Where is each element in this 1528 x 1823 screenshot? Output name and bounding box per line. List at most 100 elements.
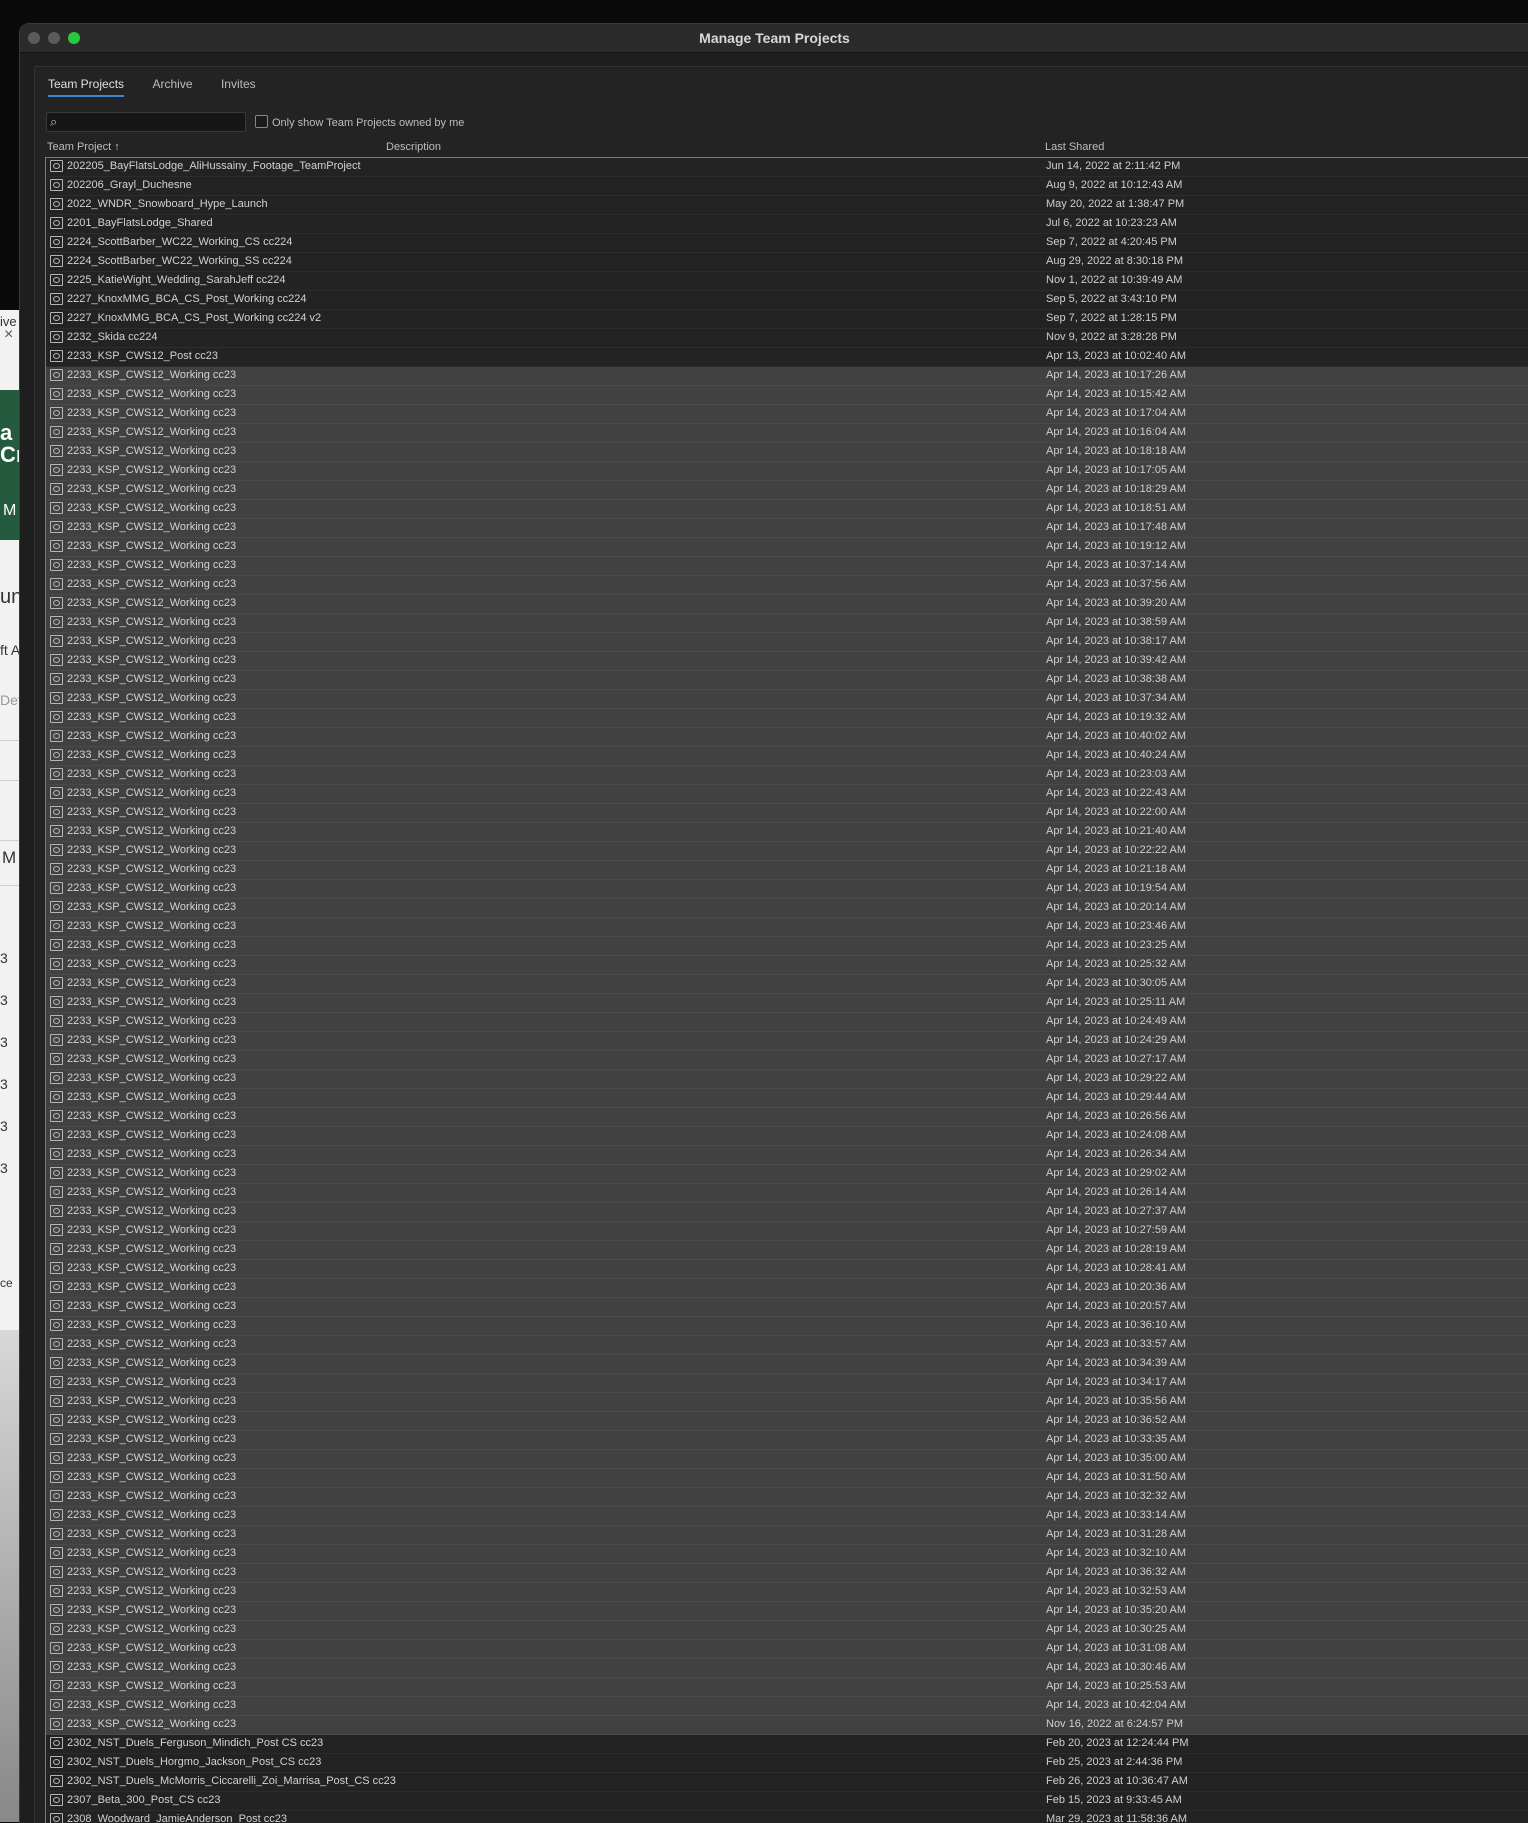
table-row[interactable]: 2233_KSP_CWS12_Working cc23 Apr 14, 2023 … bbox=[46, 1298, 1528, 1317]
table-row[interactable]: 2233_KSP_CWS12_Working cc23 Apr 14, 2023 … bbox=[46, 1355, 1528, 1374]
table-row[interactable]: 2308_Woodward_JamieAnderson_Post cc23 Mar… bbox=[46, 1811, 1528, 1823]
table-row[interactable]: 2233_KSP_CWS12_Working cc23 Apr 14, 2023 … bbox=[46, 1602, 1528, 1621]
table-row[interactable]: 2227_KnoxMMG_BCA_CS_Post_Working cc224 v… bbox=[46, 310, 1528, 329]
table-row[interactable]: 2227_KnoxMMG_BCA_CS_Post_Working cc224 Se… bbox=[46, 291, 1528, 310]
table-row[interactable]: 2233_KSP_CWS12_Working cc23 Apr 14, 2023 … bbox=[46, 1621, 1528, 1640]
table-row[interactable]: 2233_KSP_CWS12_Working cc23 Apr 14, 2023 … bbox=[46, 1203, 1528, 1222]
table-row[interactable]: 2233_KSP_CWS12_Working cc23 Apr 14, 2023 … bbox=[46, 557, 1528, 576]
table-row[interactable]: 2233_KSP_CWS12_Working cc23 Apr 14, 2023 … bbox=[46, 1640, 1528, 1659]
table-row[interactable]: 2233_KSP_CWS12_Working cc23 Apr 14, 2023 … bbox=[46, 842, 1528, 861]
owned-by-me-checkbox[interactable] bbox=[255, 115, 268, 128]
table-row[interactable]: 2233_KSP_CWS12_Working cc23 Apr 14, 2023 … bbox=[46, 538, 1528, 557]
table-row[interactable]: 202206_Grayl_Duchesne Aug 9, 2022 at 10:1… bbox=[46, 177, 1528, 196]
search-input[interactable] bbox=[67, 114, 241, 131]
table-row[interactable]: 2233_KSP_CWS12_Working cc23 Apr 14, 2023 … bbox=[46, 804, 1528, 823]
table-row[interactable]: 2233_KSP_CWS12_Working cc23 Apr 14, 2023 … bbox=[46, 386, 1528, 405]
table-row[interactable]: 2233_KSP_CWS12_Working cc23 Apr 14, 2023 … bbox=[46, 576, 1528, 595]
table-row[interactable]: 2233_KSP_CWS12_Working cc23 Apr 14, 2023 … bbox=[46, 861, 1528, 880]
table-row[interactable]: 2233_KSP_CWS12_Working cc23 Apr 14, 2023 … bbox=[46, 1393, 1528, 1412]
table-row[interactable]: 2233_KSP_CWS12_Working cc23 Apr 14, 2023 … bbox=[46, 1165, 1528, 1184]
table-row[interactable]: 2233_KSP_CWS12_Working cc23 Apr 14, 2023 … bbox=[46, 1279, 1528, 1298]
table-row[interactable]: 2233_KSP_CWS12_Working cc23 Apr 14, 2023 … bbox=[46, 766, 1528, 785]
table-row[interactable]: 2233_KSP_CWS12_Working cc23 Apr 14, 2023 … bbox=[46, 614, 1528, 633]
table-row[interactable]: 2233_KSP_CWS12_Working cc23 Apr 14, 2023 … bbox=[46, 709, 1528, 728]
table-row[interactable]: 2233_KSP_CWS12_Working cc23 Apr 14, 2023 … bbox=[46, 975, 1528, 994]
table-row[interactable]: 2233_KSP_CWS12_Working cc23 Apr 14, 2023 … bbox=[46, 481, 1528, 500]
table-row[interactable]: 2233_KSP_CWS12_Working cc23 Apr 14, 2023 … bbox=[46, 1545, 1528, 1564]
table-row[interactable]: 2233_KSP_CWS12_Working cc23 Apr 14, 2023 … bbox=[46, 785, 1528, 804]
table-row[interactable]: 2233_KSP_CWS12_Post cc23 Apr 13, 2023 at … bbox=[46, 348, 1528, 367]
column-header-description[interactable]: Description bbox=[386, 141, 441, 153]
table-row[interactable]: 2233_KSP_CWS12_Working cc23 Apr 14, 2023 … bbox=[46, 500, 1528, 519]
table-row[interactable]: 2233_KSP_CWS12_Working cc23 Apr 14, 2023 … bbox=[46, 937, 1528, 956]
table-row[interactable]: 2233_KSP_CWS12_Working cc23 Apr 14, 2023 … bbox=[46, 1678, 1528, 1697]
table-row[interactable]: 2233_KSP_CWS12_Working cc23 Apr 14, 2023 … bbox=[46, 1032, 1528, 1051]
table-row[interactable]: 2233_KSP_CWS12_Working cc23 Apr 14, 2023 … bbox=[46, 1108, 1528, 1127]
table-row[interactable]: 2233_KSP_CWS12_Working cc23 Apr 14, 2023 … bbox=[46, 595, 1528, 614]
table-row[interactable]: 2233_KSP_CWS12_Working cc23 Apr 14, 2023 … bbox=[46, 1659, 1528, 1678]
column-header-last-shared[interactable]: Last Shared bbox=[1045, 141, 1104, 153]
table-row[interactable]: 2307_Beta_300_Post_CS cc23 Feb 15, 2023 a… bbox=[46, 1792, 1528, 1811]
table-row[interactable]: 2233_KSP_CWS12_Working cc23 Apr 14, 2023 … bbox=[46, 1526, 1528, 1545]
table-row[interactable]: 2233_KSP_CWS12_Working cc23 Apr 14, 2023 … bbox=[46, 462, 1528, 481]
table-row[interactable]: 2233_KSP_CWS12_Working cc23 Apr 14, 2023 … bbox=[46, 899, 1528, 918]
column-header-team-project[interactable]: Team Project ↑ bbox=[47, 141, 120, 153]
table-row[interactable]: 2233_KSP_CWS12_Working cc23 Apr 14, 2023 … bbox=[46, 1488, 1528, 1507]
table-row[interactable]: 2233_KSP_CWS12_Working cc23 Apr 14, 2023 … bbox=[46, 1450, 1528, 1469]
table-row[interactable]: 2233_KSP_CWS12_Working cc23 Apr 14, 2023 … bbox=[46, 424, 1528, 443]
table-row[interactable]: 2233_KSP_CWS12_Working cc23 Apr 14, 2023 … bbox=[46, 1127, 1528, 1146]
table-row[interactable]: 2232_Skida cc224 Nov 9, 2022 at 3:28:28 P… bbox=[46, 329, 1528, 348]
table-row[interactable]: 2233_KSP_CWS12_Working cc23 Apr 14, 2023 … bbox=[46, 918, 1528, 937]
table-row[interactable]: 2302_NST_Duels_Horgmo_Jackson_Post_CS cc… bbox=[46, 1754, 1528, 1773]
table-row[interactable]: 2233_KSP_CWS12_Working cc23 Apr 14, 2023 … bbox=[46, 1336, 1528, 1355]
table-row[interactable]: 2233_KSP_CWS12_Working cc23 Apr 14, 2023 … bbox=[46, 1431, 1528, 1450]
table-row[interactable]: 2233_KSP_CWS12_Working cc23 Apr 14, 2023 … bbox=[46, 443, 1528, 462]
table-row[interactable]: 2302_NST_Duels_McMorris_Ciccarelli_Zoi_M… bbox=[46, 1773, 1528, 1792]
owned-by-me-filter[interactable]: Only show Team Projects owned by me bbox=[255, 115, 464, 129]
table-row[interactable]: 2233_KSP_CWS12_Working cc23 Apr 14, 2023 … bbox=[46, 728, 1528, 747]
table-row[interactable]: 2233_KSP_CWS12_Working cc23 Apr 14, 2023 … bbox=[46, 1146, 1528, 1165]
table-row[interactable]: 2201_BayFlatsLodge_Shared Jul 6, 2022 at … bbox=[46, 215, 1528, 234]
table-row[interactable]: 2022_WNDR_Snowboard_Hype_Launch May 20, 2… bbox=[46, 196, 1528, 215]
table-row[interactable]: 2233_KSP_CWS12_Working cc23 Apr 14, 2023 … bbox=[46, 956, 1528, 975]
table-row[interactable]: 2233_KSP_CWS12_Working cc23 Apr 14, 2023 … bbox=[46, 823, 1528, 842]
table-row[interactable]: 2233_KSP_CWS12_Working cc23 Apr 14, 2023 … bbox=[46, 1697, 1528, 1716]
table-row[interactable]: 2233_KSP_CWS12_Working cc23 Apr 14, 2023 … bbox=[46, 633, 1528, 652]
tab-invites[interactable]: Invites bbox=[221, 77, 256, 95]
table-row[interactable]: 2233_KSP_CWS12_Working cc23 Apr 14, 2023 … bbox=[46, 690, 1528, 709]
search-box[interactable]: ⌕ bbox=[46, 112, 246, 132]
table-row[interactable]: 2233_KSP_CWS12_Working cc23 Apr 14, 2023 … bbox=[46, 1317, 1528, 1336]
tab-team-projects[interactable]: Team Projects bbox=[48, 77, 125, 97]
team-projects-list[interactable]: 202205_BayFlatsLodge_AliHussainy_Footage… bbox=[45, 157, 1528, 1823]
table-row[interactable]: 2233_KSP_CWS12_Working cc23 Apr 14, 2023 … bbox=[46, 1184, 1528, 1203]
table-row[interactable]: 2224_ScottBarber_WC22_Working_CS cc224 Se… bbox=[46, 234, 1528, 253]
table-row[interactable]: 2233_KSP_CWS12_Working cc23 Apr 14, 2023 … bbox=[46, 1507, 1528, 1526]
table-row[interactable]: 2233_KSP_CWS12_Working cc23 Apr 14, 2023 … bbox=[46, 1374, 1528, 1393]
table-row[interactable]: 2233_KSP_CWS12_Working cc23 Apr 14, 2023 … bbox=[46, 1564, 1528, 1583]
table-row[interactable]: 2233_KSP_CWS12_Working cc23 Apr 14, 2023 … bbox=[46, 1241, 1528, 1260]
table-row[interactable]: 2233_KSP_CWS12_Working cc23 Apr 14, 2023 … bbox=[46, 1013, 1528, 1032]
table-row[interactable]: 2233_KSP_CWS12_Working cc23 Apr 14, 2023 … bbox=[46, 747, 1528, 766]
table-row[interactable]: 2233_KSP_CWS12_Working cc23 Apr 14, 2023 … bbox=[46, 405, 1528, 424]
table-row[interactable]: 2233_KSP_CWS12_Working cc23 Nov 16, 2022 … bbox=[46, 1716, 1528, 1735]
table-row[interactable]: 2233_KSP_CWS12_Working cc23 Apr 14, 2023 … bbox=[46, 652, 1528, 671]
table-row[interactable]: 2225_KatieWight_Wedding_SarahJeff cc224 N… bbox=[46, 272, 1528, 291]
table-row[interactable]: 202205_BayFlatsLodge_AliHussainy_Footage… bbox=[46, 158, 1528, 177]
table-row[interactable]: 2233_KSP_CWS12_Working cc23 Apr 14, 2023 … bbox=[46, 1469, 1528, 1488]
table-row[interactable]: 2233_KSP_CWS12_Working cc23 Apr 14, 2023 … bbox=[46, 1222, 1528, 1241]
table-row[interactable]: 2233_KSP_CWS12_Working cc23 Apr 14, 2023 … bbox=[46, 1051, 1528, 1070]
table-row[interactable]: 2233_KSP_CWS12_Working cc23 Apr 14, 2023 … bbox=[46, 1583, 1528, 1602]
table-row[interactable]: 2233_KSP_CWS12_Working cc23 Apr 14, 2023 … bbox=[46, 671, 1528, 690]
table-row[interactable]: 2233_KSP_CWS12_Working cc23 Apr 14, 2023 … bbox=[46, 519, 1528, 538]
table-row[interactable]: 2233_KSP_CWS12_Working cc23 Apr 14, 2023 … bbox=[46, 880, 1528, 899]
table-row[interactable]: 2233_KSP_CWS12_Working cc23 Apr 14, 2023 … bbox=[46, 1260, 1528, 1279]
table-row[interactable]: 2233_KSP_CWS12_Working cc23 Apr 14, 2023 … bbox=[46, 1412, 1528, 1431]
table-row[interactable]: 2224_ScottBarber_WC22_Working_SS cc224 Au… bbox=[46, 253, 1528, 272]
table-row[interactable]: 2233_KSP_CWS12_Working cc23 Apr 14, 2023 … bbox=[46, 994, 1528, 1013]
table-row[interactable]: 2233_KSP_CWS12_Working cc23 Apr 14, 2023 … bbox=[46, 1089, 1528, 1108]
table-row[interactable]: 2233_KSP_CWS12_Working cc23 Apr 14, 2023 … bbox=[46, 1070, 1528, 1089]
table-row[interactable]: 2233_KSP_CWS12_Working cc23 Apr 14, 2023 … bbox=[46, 367, 1528, 386]
last-shared-date: Apr 14, 2023 at 10:33:35 AM bbox=[1046, 1433, 1187, 1445]
tab-archive[interactable]: Archive bbox=[152, 77, 192, 95]
table-row[interactable]: 2302_NST_Duels_Ferguson_Mindich_Post CS … bbox=[46, 1735, 1528, 1754]
